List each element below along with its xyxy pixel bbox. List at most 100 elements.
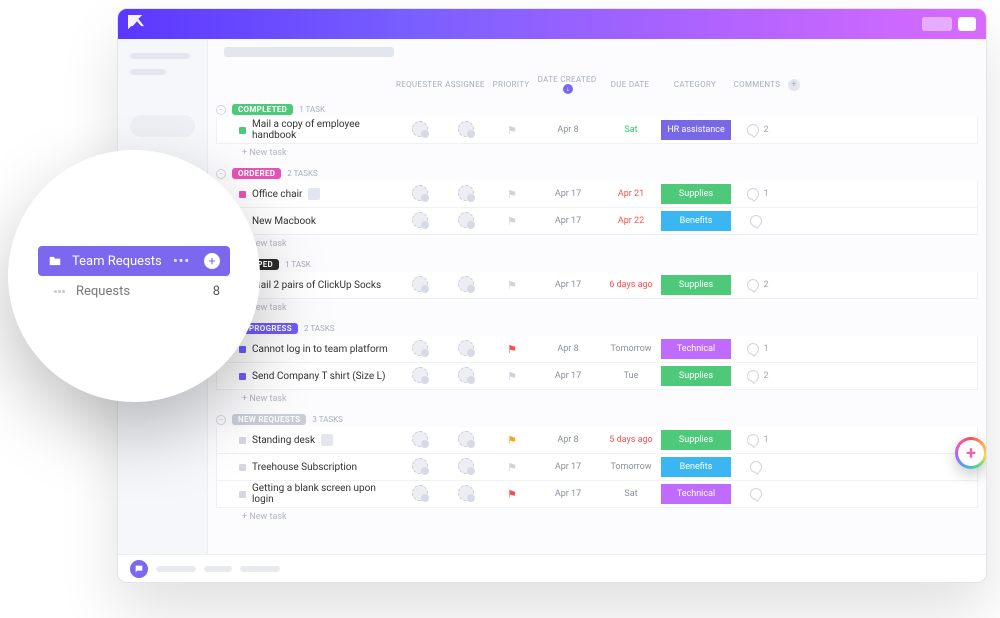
assignee-cell[interactable]: [443, 367, 489, 386]
due-date-cell[interactable]: Sat: [601, 125, 661, 135]
comments-cell[interactable]: 2: [731, 124, 785, 136]
requester-cell[interactable]: [397, 212, 443, 231]
priority-cell[interactable]: ⚑: [489, 434, 535, 447]
status-pill[interactable]: NEW REQUESTS: [232, 414, 306, 425]
assignee-cell[interactable]: [443, 276, 489, 295]
category-tag[interactable]: Supplies: [661, 430, 731, 450]
table-row[interactable]: Mail 2 pairs of ClickUp Socks⚑Apr 176 da…: [216, 272, 978, 299]
status-pill[interactable]: COMPLETED: [232, 104, 293, 115]
priority-cell[interactable]: ⚑: [489, 370, 535, 383]
table-row[interactable]: Mail a copy of employee handbook⚑Apr 8Sa…: [216, 117, 978, 144]
priority-cell[interactable]: ⚑: [489, 488, 535, 501]
priority-cell[interactable]: ⚑: [489, 461, 535, 474]
add-column-icon[interactable]: +: [788, 79, 800, 91]
comments-cell[interactable]: [731, 215, 785, 227]
new-task-button[interactable]: + New task: [216, 235, 978, 249]
table-row[interactable]: Send Company T shirt (Size L)⚑Apr 17TueS…: [216, 363, 978, 390]
group-header[interactable]: –ORDERED2 TASKS: [216, 168, 978, 179]
group-header[interactable]: –COMPLETED1 TASK: [216, 104, 978, 115]
task-title-cell[interactable]: Cannot log in to team platform: [217, 344, 397, 355]
col-category[interactable]: CATEGORY: [660, 80, 730, 89]
comments-cell[interactable]: 2: [731, 279, 785, 291]
task-title-cell[interactable]: Office chair: [217, 188, 397, 200]
category-tag[interactable]: Technical: [661, 339, 731, 359]
comments-cell[interactable]: 1: [731, 434, 785, 446]
col-comments[interactable]: COMMENTS: [730, 80, 784, 89]
titlebar-chip[interactable]: [958, 17, 976, 31]
new-task-button[interactable]: + New task: [216, 508, 978, 522]
priority-cell[interactable]: ⚑: [489, 124, 535, 137]
comments-cell[interactable]: [731, 461, 785, 473]
requester-cell[interactable]: [397, 367, 443, 386]
chat-icon[interactable]: [130, 560, 148, 578]
assignee-cell[interactable]: [443, 185, 489, 204]
priority-cell[interactable]: ⚑: [489, 343, 535, 356]
collapse-icon[interactable]: –: [216, 169, 226, 179]
assignee-cell[interactable]: [443, 431, 489, 450]
due-date-cell[interactable]: Apr 22: [601, 216, 661, 226]
col-requester[interactable]: REQUESTER: [396, 80, 442, 89]
collapse-icon[interactable]: –: [216, 415, 226, 425]
requester-cell[interactable]: [397, 185, 443, 204]
task-title-cell[interactable]: Mail a copy of employee handbook: [217, 119, 397, 141]
assignee-cell[interactable]: [443, 458, 489, 477]
task-title-cell[interactable]: Send Company T shirt (Size L): [217, 371, 397, 382]
comments-cell[interactable]: 1: [731, 343, 785, 355]
group-header[interactable]: –NEW REQUESTS3 TASKS: [216, 414, 978, 425]
collapse-icon[interactable]: –: [216, 105, 226, 115]
category-tag[interactable]: HR assistance: [661, 120, 731, 140]
assignee-cell[interactable]: [443, 212, 489, 231]
due-date-cell[interactable]: Tue: [601, 371, 661, 381]
due-date-cell[interactable]: 5 days ago: [601, 435, 661, 445]
category-tag[interactable]: Technical: [661, 484, 731, 504]
add-list-icon[interactable]: +: [204, 253, 220, 269]
table-row[interactable]: Getting a blank screen upon login⚑Apr 17…: [216, 481, 978, 508]
category-tag[interactable]: Benefits: [661, 457, 731, 477]
task-title-cell[interactable]: Getting a blank screen upon login: [217, 483, 397, 505]
col-due-date[interactable]: DUE DATE: [600, 80, 660, 89]
category-tag[interactable]: Supplies: [661, 184, 731, 204]
new-task-button[interactable]: + New task: [216, 144, 978, 158]
task-title-cell[interactable]: Treehouse Subscription: [217, 462, 397, 473]
table-row[interactable]: Cannot log in to team platform⚑Apr 8Tomo…: [216, 336, 978, 363]
more-icon[interactable]: •••: [173, 254, 190, 269]
col-priority[interactable]: PRIORITY: [488, 80, 534, 89]
category-tag[interactable]: Benefits: [661, 211, 731, 231]
priority-cell[interactable]: ⚑: [489, 279, 535, 292]
priority-cell[interactable]: ⚑: [489, 215, 535, 228]
due-date-cell[interactable]: 6 days ago: [601, 280, 661, 290]
comments-cell[interactable]: [731, 488, 785, 500]
sidebar-item-requests[interactable]: Requests 8: [38, 276, 230, 306]
requester-cell[interactable]: [397, 485, 443, 504]
comments-cell[interactable]: 2: [731, 370, 785, 382]
task-title-cell[interactable]: Standing desk: [217, 434, 397, 446]
group-header[interactable]: –SHIPPED1 TASK: [216, 259, 978, 270]
due-date-cell[interactable]: Tomorrow: [601, 462, 661, 472]
create-fab[interactable]: +: [955, 437, 987, 469]
table-row[interactable]: Treehouse Subscription⚑Apr 17TomorrowBen…: [216, 454, 978, 481]
assignee-cell[interactable]: [443, 485, 489, 504]
table-row[interactable]: Standing desk⚑Apr 85 days agoSupplies1: [216, 427, 978, 454]
sidebar-item-team-requests[interactable]: Team Requests ••• +: [38, 246, 230, 276]
table-row[interactable]: New Macbook⚑Apr 17Apr 22Benefits: [216, 208, 978, 235]
priority-cell[interactable]: ⚑: [489, 188, 535, 201]
category-tag[interactable]: Supplies: [661, 275, 731, 295]
requester-cell[interactable]: [397, 431, 443, 450]
assignee-cell[interactable]: [443, 121, 489, 140]
table-row[interactable]: Office chair⚑Apr 17Apr 21Supplies1: [216, 181, 978, 208]
category-tag[interactable]: Supplies: [661, 366, 731, 386]
requester-cell[interactable]: [397, 458, 443, 477]
status-pill[interactable]: ORDERED: [232, 168, 281, 179]
sidebar-search[interactable]: [130, 115, 195, 137]
requester-cell[interactable]: [397, 276, 443, 295]
due-date-cell[interactable]: Sat: [601, 489, 661, 499]
col-assignee[interactable]: ASSIGNEE: [442, 80, 488, 89]
new-task-button[interactable]: + New task: [216, 390, 978, 404]
requester-cell[interactable]: [397, 121, 443, 140]
col-date-created[interactable]: DATE CREATED ↓: [534, 75, 600, 94]
new-task-button[interactable]: + New task: [216, 299, 978, 313]
due-date-cell[interactable]: Apr 21: [601, 189, 661, 199]
assignee-cell[interactable]: [443, 340, 489, 359]
requester-cell[interactable]: [397, 340, 443, 359]
titlebar-chip[interactable]: [922, 17, 952, 31]
